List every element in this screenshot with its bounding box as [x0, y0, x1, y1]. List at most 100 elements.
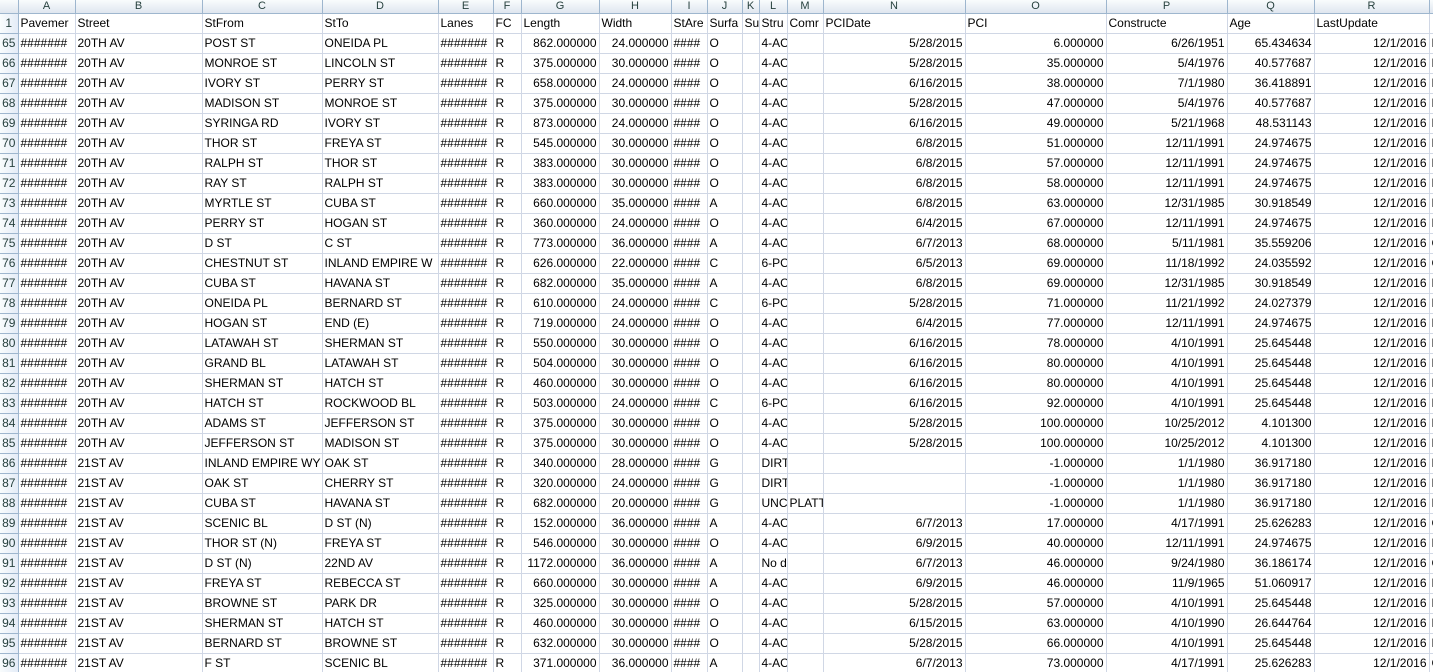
cell[interactable]: 6/7/2013 — [823, 553, 966, 574]
cell[interactable]: 24.000000 — [599, 73, 672, 94]
cell[interactable]: MYRTLE ST — [202, 193, 323, 214]
cell[interactable]: #### — [671, 93, 708, 114]
cell[interactable]: 20TH AV — [75, 293, 203, 314]
row-header[interactable]: 70 — [0, 133, 19, 154]
cell[interactable]: 35.000000 — [599, 193, 672, 214]
cell[interactable]: #### — [671, 53, 708, 74]
cell[interactable]: D ST (N) — [202, 553, 323, 574]
cell[interactable]: 58.000000 — [965, 173, 1107, 194]
cell[interactable]: OAK ST — [322, 453, 439, 474]
cell[interactable]: THOR ST — [322, 153, 439, 174]
cell[interactable]: A — [707, 513, 743, 534]
cell[interactable]: ROCKWOOD BL — [322, 393, 439, 414]
cell[interactable]: 35.000000 — [599, 273, 672, 294]
cell[interactable]: #### — [671, 213, 708, 234]
cell[interactable]: 21ST AV — [75, 573, 203, 594]
cell[interactable]: 11/18/1992 — [1106, 253, 1228, 274]
cell[interactable]: LATAWAH ST — [322, 353, 439, 374]
cell[interactable]: PARK DR — [322, 593, 439, 614]
cell[interactable]: SCENIC BL — [202, 513, 323, 534]
cell[interactable]: 36.000000 — [599, 653, 672, 672]
row-header[interactable]: 78 — [0, 293, 19, 314]
cell[interactable]: ####### — [438, 33, 494, 54]
cell[interactable]: N — [1429, 93, 1433, 114]
cell[interactable] — [742, 333, 760, 354]
cell[interactable]: ADAMS ST — [202, 413, 323, 434]
cell[interactable]: 36.917180 — [1227, 493, 1315, 514]
cell[interactable]: 4-ACP-194 — [759, 413, 788, 434]
cell[interactable] — [742, 613, 760, 634]
cell[interactable]: 12/1/2016 — [1314, 513, 1430, 534]
cell[interactable]: CUBA ST — [322, 193, 439, 214]
cell[interactable]: 30.000000 — [599, 433, 672, 454]
cell[interactable]: 12/1/2016 — [1314, 573, 1430, 594]
cell[interactable]: 5/28/2015 — [823, 413, 966, 434]
cell[interactable]: 11/9/1965 — [1106, 573, 1228, 594]
cell[interactable]: 66.000000 — [965, 633, 1107, 654]
cell[interactable]: 21ST AV — [75, 613, 203, 634]
cell[interactable]: ####### — [438, 373, 494, 394]
cell[interactable]: G — [707, 473, 743, 494]
cell[interactable]: #### — [671, 373, 708, 394]
cell[interactable]: 36.917180 — [1227, 453, 1315, 474]
cell[interactable]: 4-ACP-195 — [759, 173, 788, 194]
cell[interactable] — [787, 293, 824, 314]
cell[interactable]: -1.000000 — [965, 453, 1107, 474]
cell[interactable]: 719.000000 — [521, 313, 600, 334]
cell[interactable]: ####### — [438, 513, 494, 534]
cell[interactable]: 12/1/2016 — [1314, 113, 1430, 134]
cell[interactable]: R — [493, 433, 522, 454]
cell[interactable]: R — [493, 273, 522, 294]
cell[interactable] — [787, 193, 824, 214]
cell[interactable]: 21ST AV — [75, 493, 203, 514]
cell[interactable]: ####### — [18, 233, 76, 254]
cell[interactable]: D ST — [202, 233, 323, 254]
cell[interactable]: Length — [521, 13, 600, 34]
cell[interactable]: O — [707, 93, 743, 114]
cell[interactable]: 682.000000 — [521, 273, 600, 294]
column-header[interactable]: L — [759, 0, 788, 14]
cell[interactable]: INLAND EMPIRE W — [322, 253, 439, 274]
cell[interactable]: UNCON — [759, 493, 788, 514]
cell[interactable]: 6/15/2015 — [823, 613, 966, 634]
cell[interactable]: 30.000000 — [599, 173, 672, 194]
cell[interactable]: SHERMAN ST — [202, 373, 323, 394]
row-header[interactable]: 73 — [0, 193, 19, 214]
cell[interactable]: BROWNE ST — [202, 593, 323, 614]
cell[interactable]: 12/11/1991 — [1106, 213, 1228, 234]
row-header[interactable]: 87 — [0, 473, 19, 494]
cell[interactable]: 24.000000 — [599, 473, 672, 494]
row-header[interactable]: 95 — [0, 633, 19, 654]
cell[interactable]: 4-ACP-193 — [759, 353, 788, 374]
cell[interactable]: 24.000000 — [599, 293, 672, 314]
cell[interactable]: O — [707, 373, 743, 394]
row-header[interactable]: 75 — [0, 233, 19, 254]
cell[interactable]: ####### — [438, 213, 494, 234]
cell[interactable]: N — [1429, 593, 1433, 614]
cell[interactable]: 30.000000 — [599, 613, 672, 634]
cell[interactable]: 862.000000 — [521, 33, 600, 54]
cell[interactable]: Width — [599, 13, 672, 34]
cell[interactable]: O — [707, 53, 743, 74]
cell[interactable]: 24.035592 — [1227, 253, 1315, 274]
cell[interactable]: 20TH AV — [75, 313, 203, 334]
cell[interactable]: ####### — [438, 653, 494, 672]
cell[interactable]: #### — [671, 233, 708, 254]
cell[interactable] — [787, 33, 824, 54]
cell[interactable]: IVORY ST — [322, 113, 439, 134]
cell[interactable]: R — [493, 553, 522, 574]
cell[interactable]: A — [707, 193, 743, 214]
cell[interactable]: 4/10/1991 — [1106, 373, 1228, 394]
cell[interactable]: 12/1/2016 — [1314, 173, 1430, 194]
row-header[interactable]: 83 — [0, 393, 19, 414]
cell[interactable]: ####### — [438, 453, 494, 474]
cell[interactable]: ####### — [438, 53, 494, 74]
cell[interactable]: 36.000000 — [599, 553, 672, 574]
cell[interactable]: O — [707, 633, 743, 654]
cell[interactable]: 40.000000 — [965, 533, 1107, 554]
cell[interactable]: ####### — [438, 233, 494, 254]
cell[interactable]: N — [1429, 633, 1433, 654]
cell[interactable]: ####### — [18, 413, 76, 434]
cell[interactable]: ####### — [438, 413, 494, 434]
cell[interactable]: 30.000000 — [599, 633, 672, 654]
